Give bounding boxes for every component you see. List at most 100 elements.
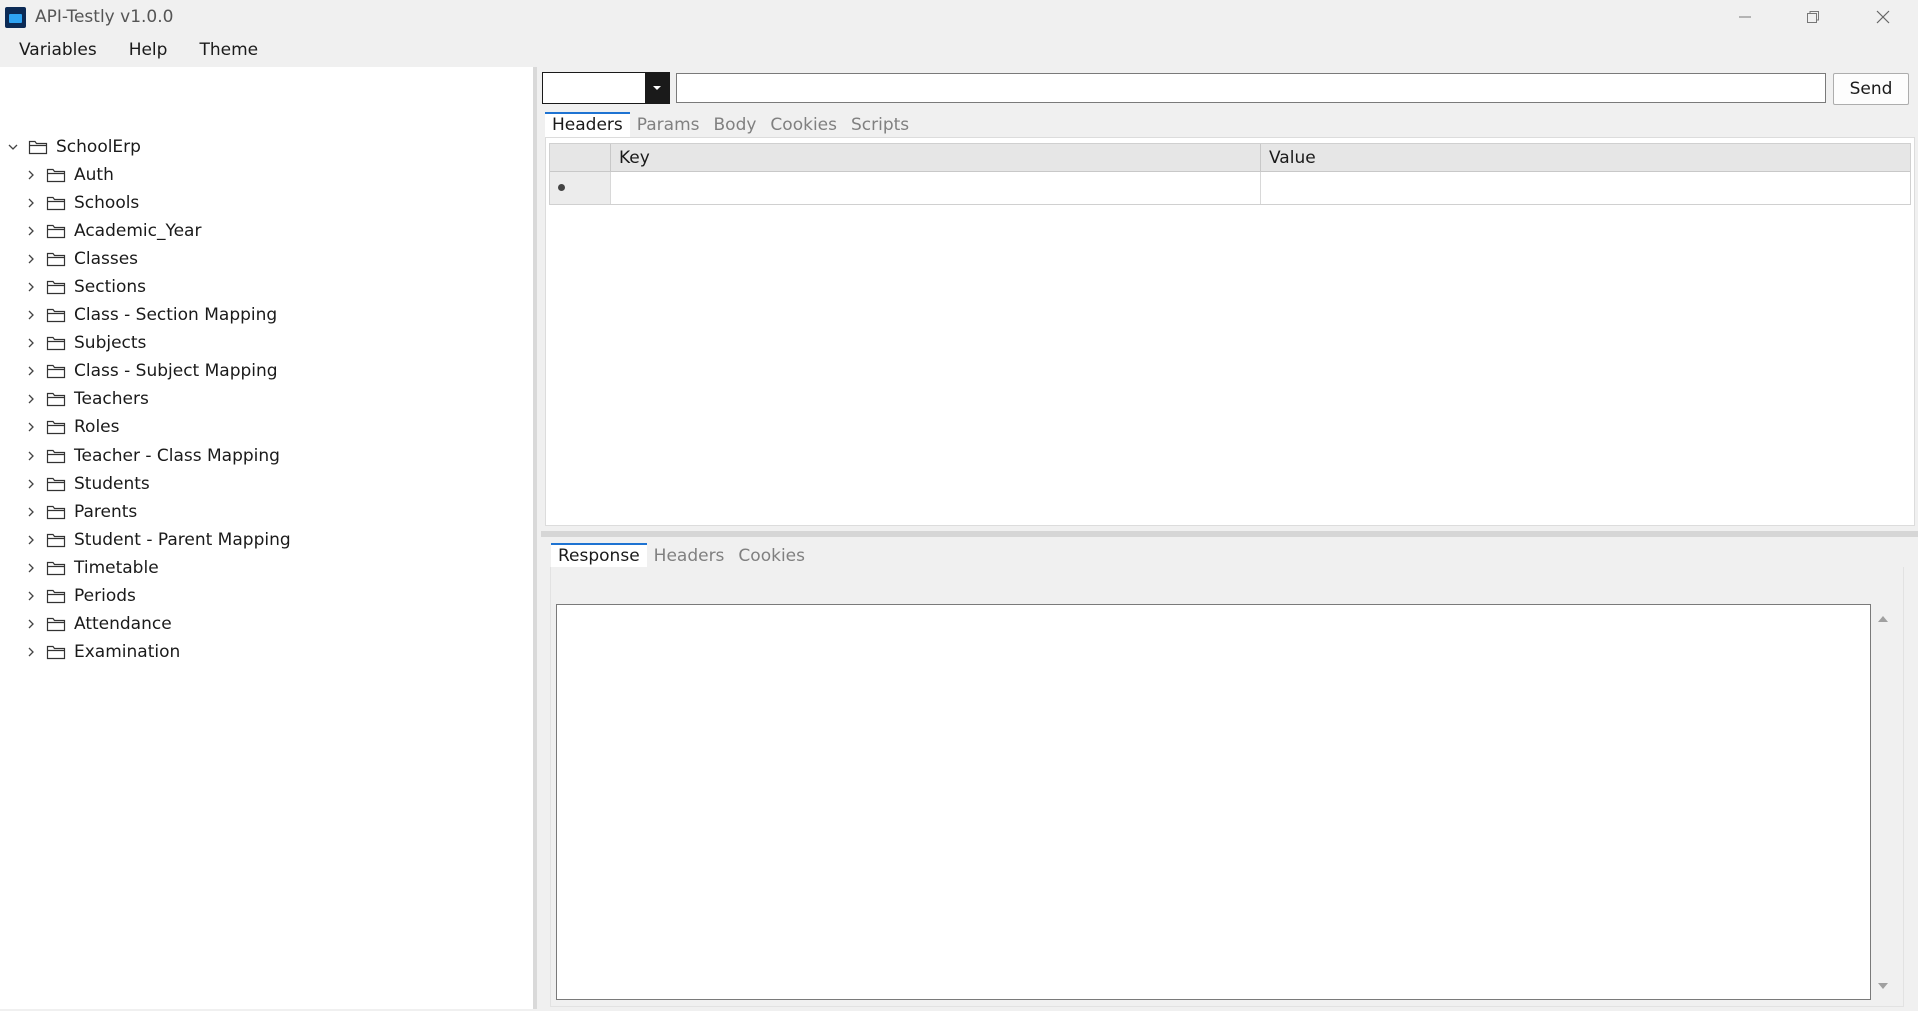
chevron-right-icon[interactable] xyxy=(24,336,38,350)
folder-icon xyxy=(46,251,66,267)
folder-icon xyxy=(46,167,66,183)
tab-params[interactable]: Params xyxy=(630,112,707,139)
folder-icon xyxy=(46,504,66,520)
folder-icon xyxy=(46,335,66,351)
tab-headers[interactable]: Headers xyxy=(545,112,630,139)
tree-item-label: Timetable xyxy=(74,558,159,578)
tab-cookies[interactable]: Cookies xyxy=(763,112,844,139)
tree-root-label: SchoolErp xyxy=(56,137,141,157)
chevron-right-icon[interactable] xyxy=(24,420,38,434)
app-logo-icon xyxy=(5,7,26,28)
folder-icon xyxy=(46,616,66,632)
tab-response-cookies[interactable]: Cookies xyxy=(731,543,812,570)
tree-item-label: Periods xyxy=(74,586,136,606)
tab-response-headers[interactable]: Headers xyxy=(647,543,732,570)
tab-scripts[interactable]: Scripts xyxy=(844,112,916,139)
tree-item[interactable]: Sections xyxy=(24,274,146,300)
method-select[interactable] xyxy=(542,72,670,104)
restore-button[interactable] xyxy=(1778,0,1848,34)
chevron-right-icon[interactable] xyxy=(24,449,38,463)
tab-body[interactable]: Body xyxy=(707,112,764,139)
folder-icon xyxy=(46,363,66,379)
folder-icon xyxy=(28,139,48,155)
folder-icon xyxy=(46,391,66,407)
tree-item[interactable]: Student - Parent Mapping xyxy=(24,527,291,553)
chevron-right-icon[interactable] xyxy=(24,589,38,603)
grid-cell-value[interactable] xyxy=(1261,172,1910,204)
tree-item-label: Teacher - Class Mapping xyxy=(74,446,280,466)
chevron-right-icon[interactable] xyxy=(24,308,38,322)
chevron-right-icon[interactable] xyxy=(24,561,38,575)
tree-item-label: Class - Section Mapping xyxy=(74,305,278,325)
folder-icon xyxy=(46,419,66,435)
close-icon xyxy=(1876,10,1890,24)
response-tabs: Response Headers Cookies xyxy=(551,543,812,570)
close-button[interactable] xyxy=(1848,0,1918,34)
tree-item[interactable]: Attendance xyxy=(24,611,172,637)
chevron-right-icon[interactable] xyxy=(24,252,38,266)
tree-item-label: Auth xyxy=(74,165,114,185)
tree-item-label: Roles xyxy=(74,417,120,437)
tree-item[interactable]: Examination xyxy=(24,639,180,665)
tree-root[interactable]: SchoolErp xyxy=(6,134,141,160)
chevron-right-icon[interactable] xyxy=(24,196,38,210)
grid-new-row-header[interactable] xyxy=(550,172,611,204)
tab-response[interactable]: Response xyxy=(551,543,647,570)
tree-item-label: Class - Subject Mapping xyxy=(74,361,278,381)
chevron-right-icon[interactable] xyxy=(24,392,38,406)
tree-item[interactable]: Schools xyxy=(24,190,139,216)
headers-grid[interactable]: Key Value xyxy=(549,143,1911,205)
folder-icon xyxy=(46,532,66,548)
tree-item[interactable]: Students xyxy=(24,471,150,497)
send-button[interactable]: Send xyxy=(1833,73,1909,105)
tree-item[interactable]: Parents xyxy=(24,499,137,525)
tree-item[interactable]: Roles xyxy=(24,414,120,440)
folder-icon xyxy=(46,644,66,660)
chevron-down-icon[interactable] xyxy=(6,140,20,154)
grid-column-key[interactable]: Key xyxy=(611,144,1261,172)
collection-tree[interactable]: SchoolErp Auth Schools Academic_Year Classe… xyxy=(0,67,533,1009)
window-title: API-Testly v1.0.0 xyxy=(35,7,174,27)
menu-variables[interactable]: Variables xyxy=(19,36,97,66)
chevron-right-icon[interactable] xyxy=(24,533,38,547)
chevron-right-icon[interactable] xyxy=(24,477,38,491)
folder-icon xyxy=(46,448,66,464)
tree-item-label: Subjects xyxy=(74,333,147,353)
tree-item[interactable]: Subjects xyxy=(24,330,146,356)
menu-help[interactable]: Help xyxy=(129,36,168,66)
chevron-right-icon[interactable] xyxy=(24,645,38,659)
tree-item[interactable]: Teacher - Class Mapping xyxy=(24,443,280,469)
grid-cell-key[interactable] xyxy=(611,172,1261,204)
chevron-right-icon[interactable] xyxy=(24,224,38,238)
horizontal-splitter[interactable] xyxy=(541,531,1918,537)
dropdown-arrow-icon[interactable] xyxy=(645,73,669,103)
tree-item[interactable]: Class - Subject Mapping xyxy=(24,358,278,384)
url-input[interactable] xyxy=(676,73,1826,103)
grid-column-value[interactable]: Value xyxy=(1261,144,1910,172)
folder-icon xyxy=(46,223,66,239)
folder-icon xyxy=(46,476,66,492)
response-body[interactable] xyxy=(556,604,1871,1000)
tree-item[interactable]: Class - Section Mapping xyxy=(24,302,277,328)
folder-icon xyxy=(46,588,66,604)
scroll-up-icon[interactable] xyxy=(1875,611,1891,627)
chevron-right-icon[interactable] xyxy=(24,280,38,294)
tree-item[interactable]: Timetable xyxy=(24,555,159,581)
tree-item[interactable]: Auth xyxy=(24,162,114,188)
request-tabs: Headers Params Body Cookies Scripts xyxy=(545,112,916,139)
scroll-down-icon[interactable] xyxy=(1875,978,1891,994)
tree-item[interactable]: Academic_Year xyxy=(24,218,201,244)
new-row-icon xyxy=(558,184,565,191)
menu-theme[interactable]: Theme xyxy=(199,36,258,66)
title-bar: API-Testly v1.0.0 xyxy=(0,0,1918,34)
tree-item[interactable]: Periods xyxy=(24,583,136,609)
chevron-right-icon[interactable] xyxy=(24,617,38,631)
tree-item[interactable]: Teachers xyxy=(24,386,149,412)
chevron-right-icon[interactable] xyxy=(24,505,38,519)
tree-item-label: Student - Parent Mapping xyxy=(74,530,291,550)
chevron-right-icon[interactable] xyxy=(24,364,38,378)
tree-item-label: Sections xyxy=(74,277,147,297)
tree-item[interactable]: Classes xyxy=(24,246,138,272)
chevron-right-icon[interactable] xyxy=(24,168,38,182)
minimize-button[interactable] xyxy=(1710,0,1780,34)
